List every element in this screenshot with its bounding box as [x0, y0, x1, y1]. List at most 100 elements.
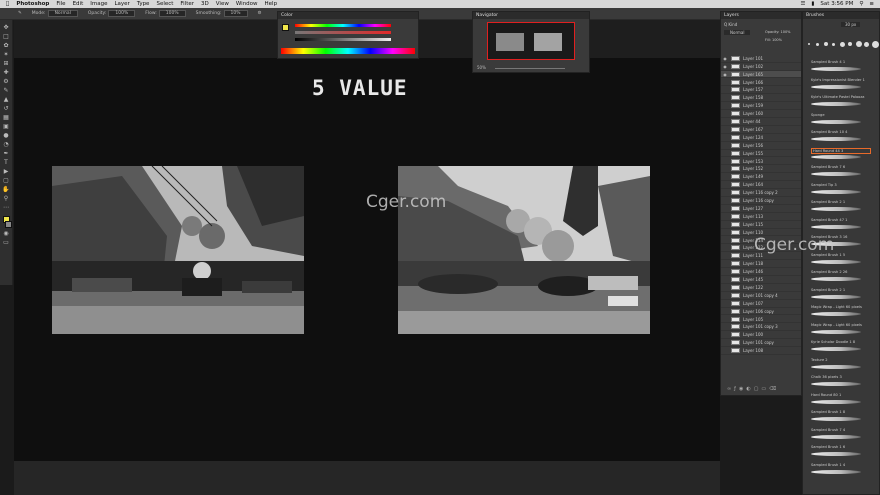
trash-icon[interactable]: ⌫ — [769, 386, 779, 392]
layer-row[interactable]: Layer 164 — [721, 181, 801, 190]
layer-row[interactable]: Layer 116 copy — [721, 197, 801, 205]
layer-row[interactable]: Layer 116 copy 2 — [721, 189, 801, 197]
brush-tip-dot[interactable] — [816, 42, 819, 46]
rectangle-tool-icon[interactable]: ▢ — [2, 177, 10, 184]
zoom-tool-icon[interactable]: ⚲ — [2, 195, 10, 202]
brush-tip-dot[interactable] — [872, 40, 879, 48]
brush-preset-item[interactable]: Sampled Brush 2 1 — [811, 288, 871, 292]
layer-row[interactable]: Layer 105 — [721, 316, 801, 324]
menu-view[interactable]: View — [216, 0, 229, 8]
brush-tool-icon[interactable]: ✎ — [2, 87, 10, 94]
brush-preset-item[interactable]: Sampled Brush 7 4 — [811, 428, 871, 432]
brush-preset-item[interactable]: Sampled Tip 3 — [811, 183, 871, 187]
settings-gear-icon[interactable]: ⚙ — [258, 11, 262, 16]
layer-row[interactable]: Layer 156 — [721, 142, 801, 150]
layer-row[interactable]: Layer 152 — [721, 166, 801, 174]
screen-mode-icon[interactable]: ▭ — [2, 239, 10, 246]
brush-tip-dot[interactable] — [808, 43, 810, 45]
gradient-tool-icon[interactable]: ▣ — [2, 123, 10, 130]
brush-tip-presets[interactable] — [803, 34, 879, 54]
marquee-tool-icon[interactable]: □ — [2, 33, 10, 40]
brush-preset-icon[interactable]: ✎ — [18, 11, 22, 16]
apple-icon[interactable]:  — [6, 0, 9, 8]
healing-brush-icon[interactable]: ⚙ — [2, 78, 10, 85]
menu-layer[interactable]: Layer — [114, 0, 129, 8]
clock[interactable]: Sat 3:56 PM — [820, 0, 853, 8]
flow-field[interactable]: 100% — [158, 10, 186, 17]
brush-preset-item[interactable]: Sponge — [811, 113, 871, 117]
history-brush-icon[interactable]: ↺ — [2, 105, 10, 112]
brush-preset-item[interactable]: Magic Wrap - Light 60 pixels — [811, 323, 871, 327]
layer-row[interactable]: Layer 145 — [721, 276, 801, 284]
brushes-panel-title[interactable]: Brushes — [803, 12, 879, 19]
dodge-tool-icon[interactable]: ◔ — [2, 141, 10, 148]
blur-tool-icon[interactable]: ● — [2, 132, 10, 139]
brush-tip-dot[interactable] — [848, 42, 852, 46]
layer-row[interactable]: Layer 101 copy 4 — [721, 292, 801, 300]
layer-row[interactable]: Layer 113 — [721, 213, 801, 221]
brush-size-field[interactable]: 30 px — [841, 22, 861, 27]
brush-preset-item[interactable]: Sampled Brush 1 6 — [811, 445, 871, 449]
layer-row[interactable]: Layer 166 — [721, 79, 801, 87]
menu-select[interactable]: Select — [156, 0, 173, 8]
pen-tool-icon[interactable]: ✒ — [2, 150, 10, 157]
color-spectrum-bar[interactable] — [281, 48, 415, 54]
layer-row[interactable]: Layer 167 — [721, 126, 801, 134]
move-tool-icon[interactable]: ✥ — [2, 24, 10, 31]
brush-preset-item[interactable]: Sampled Brush 2 1 — [811, 200, 871, 204]
quick-mask-icon[interactable]: ◉ — [2, 230, 10, 237]
brush-preset-item[interactable]: Sampled Brush 47 1 — [811, 218, 871, 222]
layer-row[interactable]: Layer 108 — [721, 347, 801, 355]
color-panel-title[interactable]: Color — [278, 12, 418, 19]
layer-row[interactable]: Layer 124 — [721, 134, 801, 142]
brush-preset-item[interactable]: Kyrie Scholar Doodle 1 8 — [811, 340, 871, 344]
brush-preset-item[interactable]: Sampled Brush 1 4 — [811, 463, 871, 467]
brush-preset-item[interactable]: Hard Round 80 1 — [811, 393, 871, 397]
navigator-panel-title[interactable]: Navigator — [473, 12, 589, 19]
layer-row[interactable]: ◉ Layer 165 — [721, 70, 801, 79]
saturation-slider[interactable] — [295, 31, 391, 34]
hue-slider[interactable] — [295, 24, 391, 27]
wifi-icon[interactable]: ☰ — [800, 0, 805, 8]
layer-visibility-eye-icon[interactable]: ◉ — [721, 64, 729, 69]
brush-tip-dot[interactable] — [832, 42, 835, 46]
layer-row[interactable]: Layer 44 — [721, 118, 801, 126]
brush-preset-item[interactable]: Sampled Brush 7 6 — [811, 165, 871, 169]
brush-tip-dot[interactable] — [840, 41, 845, 47]
app-name[interactable]: Photoshop — [16, 0, 49, 8]
layer-row[interactable]: Layer 101 copy 3 — [721, 324, 801, 332]
layer-row[interactable]: Layer 101 copy — [721, 339, 801, 348]
brush-preset-item[interactable]: Sampled Brush 1 8 — [811, 410, 871, 414]
navigator-zoom-slider[interactable] — [495, 68, 565, 69]
layer-row[interactable]: Layer 153 — [721, 158, 801, 166]
layers-panel-title[interactable]: Layers — [721, 12, 801, 19]
brush-preset-item[interactable]: Chalk 36 pixels 3 — [811, 375, 871, 379]
brightness-slider[interactable] — [295, 38, 391, 41]
layer-visibility-eye-icon[interactable]: ◉ — [721, 56, 729, 61]
layers-blend-mode[interactable]: Normal — [724, 30, 751, 35]
hand-tool-icon[interactable]: ✋ — [2, 186, 10, 193]
new-layer-icon[interactable]: ▭ — [761, 386, 769, 392]
layer-row[interactable]: Layer 122 — [721, 284, 801, 292]
brush-tip-dot[interactable] — [864, 41, 869, 47]
menu-image[interactable]: Image — [90, 0, 107, 8]
brush-preset-item[interactable]: Sampled Brush 4 1 — [811, 60, 871, 64]
more-tools-icon[interactable]: ⋯ — [2, 204, 10, 211]
menu-filter[interactable]: Filter — [180, 0, 194, 8]
layer-visibility-eye-icon[interactable]: ◉ — [721, 72, 729, 77]
crop-tool-icon[interactable]: ⊞ — [2, 60, 10, 67]
layer-row[interactable]: Layer 118 — [721, 260, 801, 269]
layer-row[interactable]: Layer 158 — [721, 95, 801, 103]
layer-row[interactable]: Layer 100 — [721, 332, 801, 340]
navigator-zoom-value[interactable]: 50% — [477, 65, 486, 70]
layer-row[interactable]: Layer 106 copy — [721, 308, 801, 316]
background-color-swatch[interactable] — [4, 221, 12, 228]
layers-kind-filter[interactable]: Q Kind — [724, 22, 737, 27]
brush-preset-item[interactable]: Texture 2 — [811, 358, 871, 362]
eraser-tool-icon[interactable]: ▦ — [2, 114, 10, 121]
menu-edit[interactable]: Edit — [73, 0, 84, 8]
opacity-field[interactable]: 100% — [108, 10, 136, 17]
brush-tip-dot[interactable] — [824, 42, 828, 46]
brush-preset-item[interactable]: Hard Round 44 3 — [811, 147, 871, 154]
layer-row[interactable]: Layer 115 — [721, 221, 801, 229]
